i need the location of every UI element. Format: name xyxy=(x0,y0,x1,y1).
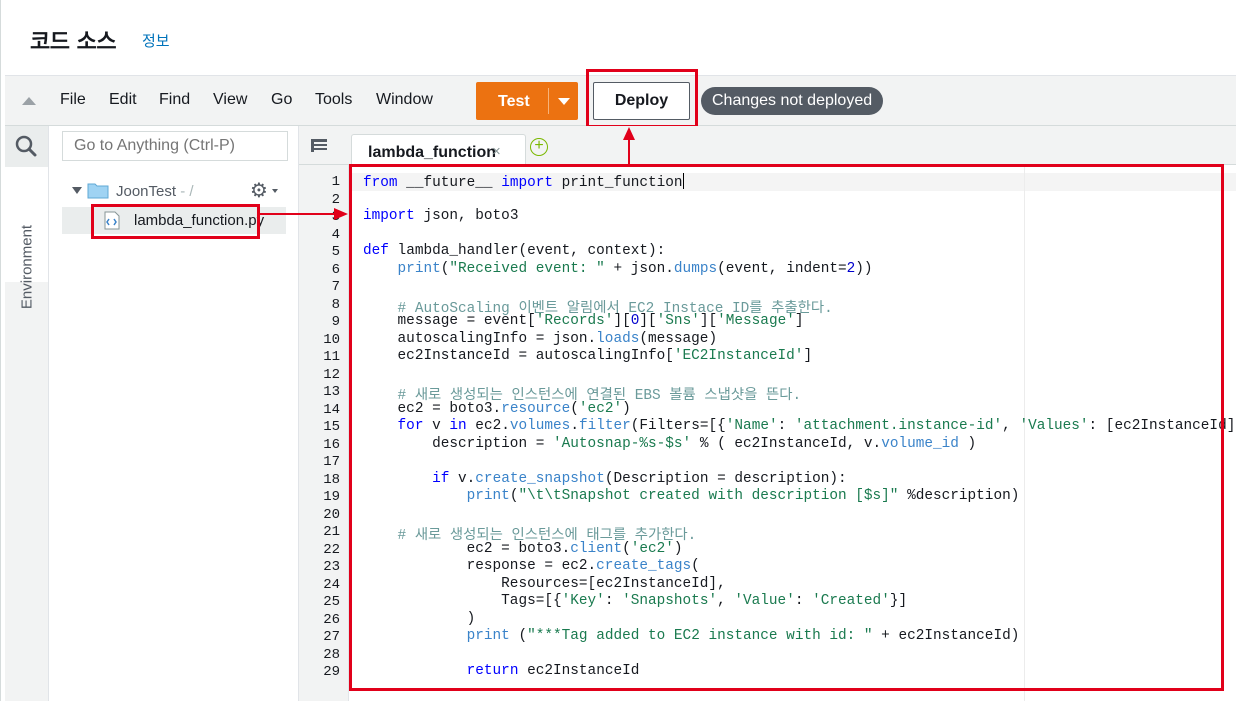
test-button-divider xyxy=(548,88,549,114)
menu-window[interactable]: Window xyxy=(376,91,433,109)
line-number: 18 xyxy=(323,471,340,488)
page-header: 코드 소스 정보 xyxy=(5,0,1236,76)
collapse-panel-icon[interactable] xyxy=(22,97,36,105)
line-number: 11 xyxy=(323,349,340,365)
line-number: 9 xyxy=(331,314,340,330)
goto-anything-input[interactable] xyxy=(62,131,288,161)
deploy-arrow-head xyxy=(623,127,635,140)
line-number: 19 xyxy=(323,489,340,505)
status-badge: Changes not deployed xyxy=(701,87,884,115)
tree-folder-row[interactable]: JoonTest - / ⚙ xyxy=(62,181,286,203)
add-tab-icon[interactable]: + xyxy=(530,138,548,156)
line-number: 6 xyxy=(331,261,340,278)
icon-rail: Environment xyxy=(5,126,49,701)
line-number: 17 xyxy=(323,454,340,470)
line-number: 4 xyxy=(331,226,340,243)
line-number: 5 xyxy=(331,244,340,260)
line-number: 25 xyxy=(323,594,340,610)
menu-file[interactable]: File xyxy=(60,91,86,109)
file-highlight-box xyxy=(91,204,260,239)
line-number: 10 xyxy=(323,331,340,348)
rail-search-button[interactable] xyxy=(5,126,48,167)
line-number: 15 xyxy=(323,419,340,435)
menu-edit[interactable]: Edit xyxy=(109,91,137,109)
line-number: 29 xyxy=(323,664,340,680)
folder-path: - / xyxy=(176,183,194,200)
folder-name: JoonTest xyxy=(116,183,177,200)
line-number: 24 xyxy=(323,576,340,593)
menu-go[interactable]: Go xyxy=(271,91,292,109)
folder-icon xyxy=(87,183,109,199)
gear-icon[interactable]: ⚙ xyxy=(250,181,268,201)
line-number: 12 xyxy=(323,366,340,383)
line-number: 20 xyxy=(323,506,340,523)
expand-triangle-icon[interactable] xyxy=(72,187,82,194)
deploy-arrow-line xyxy=(628,139,630,164)
code-highlight-box xyxy=(349,164,1224,691)
deploy-highlight-box xyxy=(586,69,698,128)
line-number: 7 xyxy=(331,279,340,295)
test-button-label: Test xyxy=(498,93,530,110)
line-number: 28 xyxy=(323,646,340,663)
environment-tab-label: Environment xyxy=(18,224,36,310)
page-title: 코드 소스 xyxy=(30,30,117,55)
tab-label: lambda_function xyxy=(368,144,497,161)
test-dropdown-caret-icon[interactable] xyxy=(558,98,570,105)
line-number: 1 xyxy=(331,174,340,190)
editor-tabbar: lambda_function × + xyxy=(299,126,1236,165)
line-number: 2 xyxy=(331,191,340,208)
tab-menu-icon[interactable] xyxy=(311,139,327,153)
line-number: 27 xyxy=(323,629,340,645)
line-number: 22 xyxy=(323,541,340,558)
line-number: 26 xyxy=(323,611,340,628)
menu-tools[interactable]: Tools xyxy=(315,91,352,109)
line-number-gutter: 1234567891011121314151617181920212223242… xyxy=(299,165,349,701)
folder-label: JoonTest - / xyxy=(116,183,194,200)
gear-caret-icon[interactable] xyxy=(272,189,278,193)
info-link[interactable]: 정보 xyxy=(142,30,170,51)
line-number: 21 xyxy=(323,524,340,540)
line-number: 13 xyxy=(323,384,340,400)
line-number: 16 xyxy=(323,436,340,453)
environment-tab[interactable]: Environment xyxy=(5,167,48,309)
menu-view[interactable]: View xyxy=(213,91,247,109)
close-icon[interactable]: × xyxy=(492,143,501,160)
file-arrow-line xyxy=(260,213,338,215)
ide-menubar: File Edit Find View Go Tools Window Test… xyxy=(5,69,1236,128)
line-number: 8 xyxy=(331,296,340,313)
file-arrow-head xyxy=(334,208,348,220)
line-number: 23 xyxy=(323,559,340,575)
test-button[interactable]: Test xyxy=(476,82,578,120)
app-frame: 코드 소스 정보 File Edit Find View Go Tools Wi… xyxy=(0,0,1236,701)
search-icon xyxy=(15,135,37,157)
menu-find[interactable]: Find xyxy=(159,91,190,109)
tab-lambda-function[interactable]: lambda_function × xyxy=(351,134,526,165)
line-number: 14 xyxy=(323,401,340,418)
